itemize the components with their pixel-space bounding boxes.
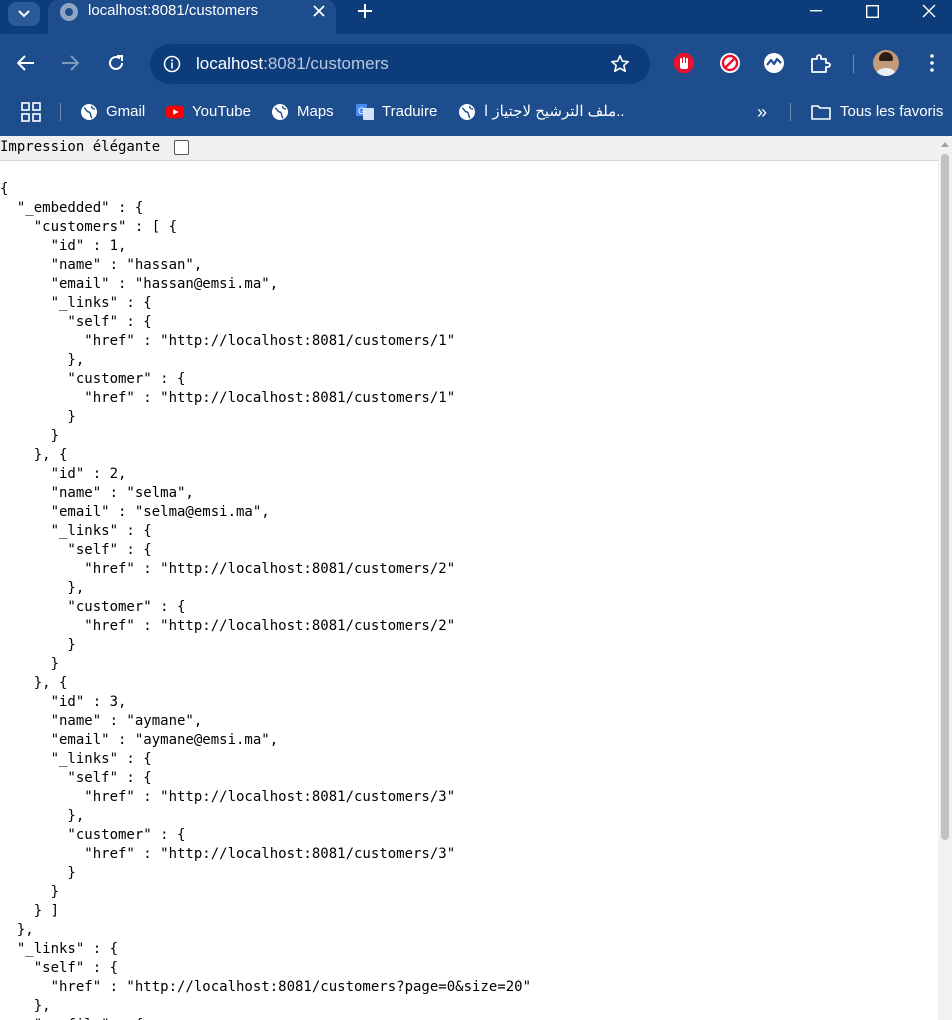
toolbar-divider <box>853 55 854 73</box>
bookmark-label: Tous les favoris <box>840 103 944 120</box>
bookmarks-divider <box>790 103 791 121</box>
stop-hand-extension-icon[interactable] <box>672 51 696 75</box>
scrollbar-thumb[interactable] <box>941 154 949 840</box>
site-info-icon[interactable] <box>158 50 186 78</box>
bookmark-maps[interactable]: Maps <box>271 101 334 123</box>
scroll-up-arrow-icon[interactable] <box>941 142 949 147</box>
bookmark-label: YouTube <box>192 103 251 120</box>
forward-button[interactable] <box>54 47 86 79</box>
tab-strip: localhost:8081/customers <box>0 0 952 34</box>
url-host: localhost <box>196 54 264 73</box>
star-icon[interactable] <box>608 52 632 76</box>
new-tab-button[interactable] <box>352 0 378 22</box>
close-icon[interactable] <box>310 2 328 20</box>
avatar[interactable] <box>873 50 899 76</box>
maximize-icon <box>865 4 879 18</box>
url-text[interactable]: localhost:8081/customers <box>196 54 389 74</box>
bookmarks-divider <box>60 103 61 121</box>
pretty-print-bar: Impression élégante <box>0 136 952 161</box>
minimize-icon <box>810 10 822 12</box>
chevron-down-icon <box>18 10 30 18</box>
activity-extension-icon[interactable] <box>762 51 786 75</box>
json-response-body: { "_embedded" : { "customers" : [ { "id"… <box>0 181 532 1020</box>
vertical-scrollbar[interactable] <box>938 136 952 1020</box>
globe-icon <box>271 103 289 121</box>
block-extension-icon[interactable] <box>718 51 742 75</box>
bookmarks-bar: Gmail YouTube Maps G Traduire ملف الترشي… <box>0 92 952 136</box>
reload-icon <box>109 55 123 70</box>
puzzle-extensions-icon[interactable] <box>808 51 832 75</box>
close-icon <box>922 4 936 18</box>
url-path: :8081/customers <box>263 54 389 73</box>
reload-button[interactable] <box>100 47 132 79</box>
tab-search-button[interactable] <box>8 2 40 26</box>
translate-icon: G <box>356 103 374 121</box>
all-bookmarks-folder[interactable]: Tous les favoris <box>810 101 943 123</box>
bookmark-traduire[interactable]: G Traduire <box>356 101 437 123</box>
bookmark-label: Traduire <box>382 103 438 120</box>
arrow-right-icon <box>62 55 79 71</box>
plus-icon <box>358 4 372 18</box>
bookmarks-overflow-button[interactable]: » <box>752 101 772 123</box>
svg-text:G: G <box>358 106 365 116</box>
bookmark-youtube[interactable]: YouTube <box>166 101 251 123</box>
youtube-icon <box>166 103 184 121</box>
bookmark-gmail[interactable]: Gmail <box>80 101 145 123</box>
globe-icon <box>80 103 98 121</box>
bookmark-label: Maps <box>297 103 334 120</box>
arrow-left-icon <box>17 55 34 71</box>
globe-icon <box>60 3 78 21</box>
apps-grid-icon[interactable] <box>20 101 42 123</box>
browser-toolbar: localhost:8081/customers <box>0 34 952 92</box>
bookmark-arabic-file[interactable]: ملف الترشيح لاجتياز ا... <box>458 101 624 123</box>
address-bar[interactable]: localhost:8081/customers <box>150 44 650 84</box>
window-close-button[interactable] <box>906 0 952 22</box>
globe-icon <box>458 103 476 121</box>
folder-icon <box>810 103 832 121</box>
active-tab[interactable]: localhost:8081/customers <box>48 0 336 34</box>
back-button[interactable] <box>10 47 42 79</box>
more-vert-icon[interactable] <box>922 51 942 75</box>
bookmark-label: Gmail <box>106 103 146 120</box>
bookmark-label: ملف الترشيح لاجتياز ا... <box>484 103 624 120</box>
minimize-button[interactable] <box>793 0 839 22</box>
pretty-print-checkbox[interactable] <box>174 140 189 155</box>
maximize-button[interactable] <box>849 0 895 22</box>
tab-title: localhost:8081/customers <box>88 2 259 19</box>
pretty-print-label: Impression élégante <box>0 139 161 155</box>
page-content: Impression élégante { "_embedded" : { "c… <box>0 136 952 1020</box>
